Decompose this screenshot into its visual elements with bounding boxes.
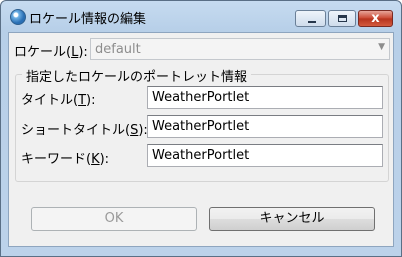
minimize-icon	[308, 21, 316, 23]
keywords-label-prefix: キーワード(	[21, 152, 92, 167]
locale-label-suffix: ):	[78, 45, 88, 60]
keywords-label: キーワード(K):	[21, 148, 109, 167]
title-input[interactable]	[147, 86, 383, 109]
minimize-button[interactable]	[295, 10, 326, 27]
cancel-button[interactable]: キャンセル	[209, 207, 375, 231]
locale-select[interactable]: default ▼	[90, 38, 390, 60]
close-button[interactable]: x	[358, 10, 393, 27]
short-title-label-prefix: ショートタイトル(	[21, 123, 131, 138]
title-label-prefix: タイトル(	[21, 93, 79, 108]
maximize-icon	[338, 15, 347, 22]
globe-icon	[10, 9, 26, 25]
title-label: タイトル(T):	[21, 89, 95, 108]
dialog-body: ロケール(L): default ▼ 指定したロケールのポートレット情報 タイト…	[8, 32, 394, 247]
close-icon: x	[371, 11, 380, 26]
locale-label-prefix: ロケール(	[14, 45, 72, 60]
maximize-button[interactable]	[328, 10, 356, 27]
locale-label: ロケール(L):	[14, 41, 88, 60]
title-label-key: T	[78, 93, 87, 108]
keywords-input[interactable]	[147, 144, 383, 167]
keywords-label-suffix: ):	[99, 152, 110, 167]
title-label-suffix: ):	[86, 93, 96, 108]
keywords-label-key: K	[91, 152, 100, 167]
window-title: ロケール情報の編集	[29, 12, 147, 27]
locale-select-value: default	[95, 42, 141, 57]
short-title-label: ショートタイトル(S):	[21, 119, 148, 138]
group-title: 指定したロケールのポートレット情報	[22, 66, 252, 85]
ok-button[interactable]: OK	[31, 207, 197, 231]
chevron-down-icon: ▼	[378, 42, 385, 52]
dialog-window: ロケール情報の編集 x ロケール(L): default ▼ 指定したロケールの…	[0, 0, 402, 257]
title-bar[interactable]: ロケール情報の編集 x	[1, 1, 401, 31]
portlet-info-group: 指定したロケールのポートレット情報 タイトル(T): ショートタイトル(S): …	[15, 66, 389, 182]
short-title-input[interactable]	[147, 115, 383, 138]
